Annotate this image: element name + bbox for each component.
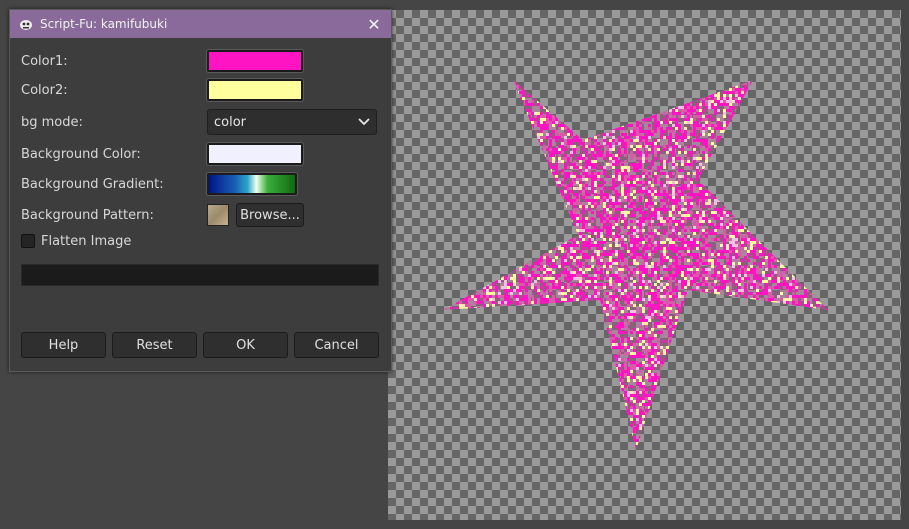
bg-mode-select[interactable]: color (207, 109, 377, 135)
dialog-title: Script-Fu: kamifubuki (40, 17, 168, 31)
help-button[interactable]: Help (21, 332, 106, 358)
ok-button[interactable]: OK (203, 332, 288, 358)
dialog-button-bar: Help Reset OK Cancel (21, 332, 379, 358)
bg-gradient-button[interactable] (207, 173, 297, 195)
color2-row: Color2: (21, 77, 379, 103)
bg-pattern-label: Background Pattern: (21, 207, 154, 223)
pattern-preview[interactable] (207, 204, 229, 226)
bg-color-label: Background Color: (21, 146, 141, 162)
gimp-icon (20, 20, 32, 30)
reset-button[interactable]: Reset (112, 332, 197, 358)
color1-label: Color1: (21, 53, 68, 69)
bg-gradient-row: Background Gradient: (21, 171, 379, 197)
image-canvas[interactable] (388, 10, 901, 520)
star-image (443, 80, 828, 450)
close-icon[interactable]: ✕ (365, 15, 383, 34)
bg-pattern-row: Background Pattern: Browse... (21, 202, 379, 228)
chevron-down-icon (358, 118, 370, 126)
color2-button[interactable] (207, 79, 303, 101)
dialog-titlebar: Script-Fu: kamifubuki ✕ (10, 10, 391, 38)
color1-button[interactable] (207, 50, 303, 72)
flatten-label[interactable]: Flatten Image (41, 234, 131, 249)
flatten-row: Flatten Image (21, 228, 379, 254)
bg-color-row: Background Color: (21, 141, 379, 167)
bg-mode-row: bg mode: color (21, 109, 379, 135)
browse-button[interactable]: Browse... (236, 203, 304, 227)
bg-gradient-label: Background Gradient: (21, 176, 164, 192)
bg-mode-label: bg mode: (21, 114, 83, 130)
bg-mode-value: color (214, 114, 247, 130)
script-fu-dialog: Script-Fu: kamifubuki ✕ Color1: Color2: … (9, 9, 392, 372)
flatten-checkbox[interactable] (21, 234, 35, 248)
color2-label: Color2: (21, 82, 68, 98)
color1-row: Color1: (21, 48, 379, 74)
cancel-button[interactable]: Cancel (294, 332, 379, 358)
bg-color-button[interactable] (207, 143, 303, 165)
progress-bar (21, 264, 379, 286)
